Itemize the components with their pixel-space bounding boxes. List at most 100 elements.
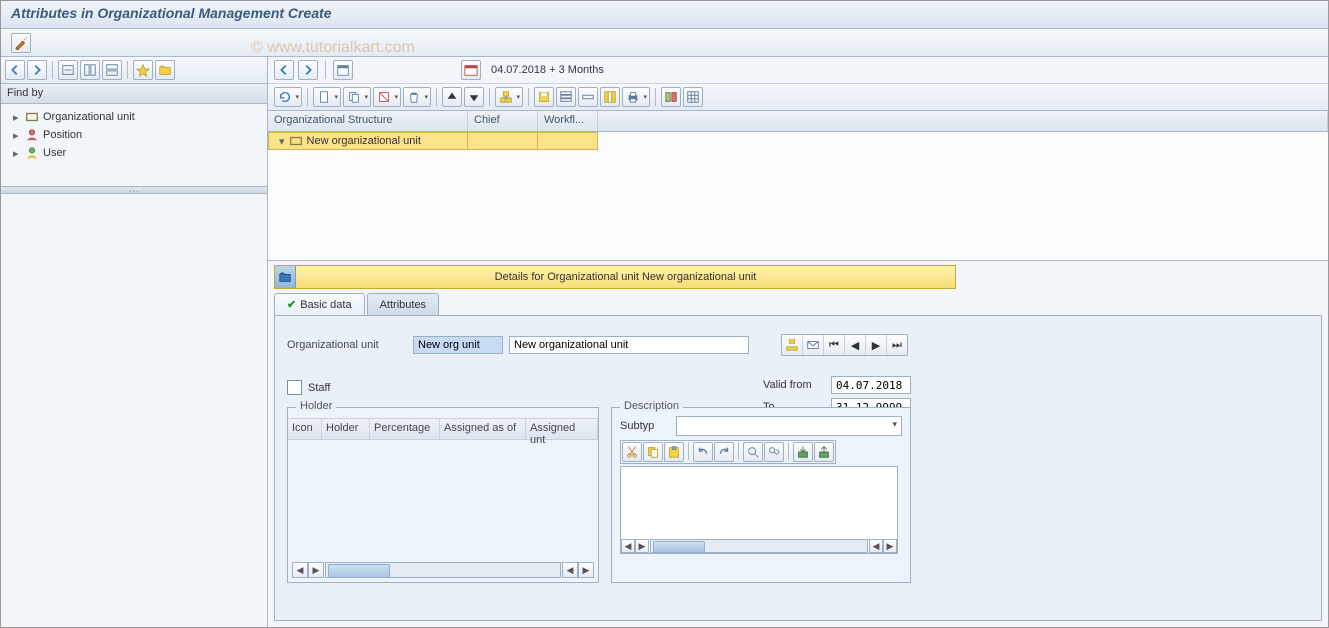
load-local-button[interactable] <box>793 442 813 462</box>
org-unit-label: Organizational unit <box>287 339 407 351</box>
favorite-folder-button[interactable] <box>155 60 175 80</box>
scroll-right-end-button[interactable]: ▶ <box>578 562 594 578</box>
delimit-button[interactable] <box>373 87 401 107</box>
separator <box>788 442 789 460</box>
record-nav-group: ⏮ ◀ ▶ ⏭ <box>781 334 908 356</box>
prev-period-button[interactable] <box>274 60 294 80</box>
table-row[interactable]: ▾ New organizational unit <box>268 132 1328 150</box>
scroll-right-button[interactable]: ▶ <box>635 539 649 553</box>
redo-button[interactable] <box>714 442 734 462</box>
create-button[interactable] <box>313 87 341 107</box>
tree-item-position[interactable]: ▸ Position <box>7 126 261 144</box>
goto-button[interactable] <box>495 87 523 107</box>
tab-basic-data[interactable]: ✔ Basic data <box>274 293 365 315</box>
expand-icon[interactable]: ▾ <box>273 135 285 148</box>
nav-back-button[interactable] <box>5 60 25 80</box>
description-title: Description <box>620 400 683 412</box>
expand-icon[interactable]: ▸ <box>13 147 21 160</box>
date-range-button[interactable] <box>461 60 481 80</box>
undo-button[interactable] <box>693 442 713 462</box>
scroll-right-button[interactable]: ▶ <box>308 562 324 578</box>
valid-from-input[interactable] <box>831 376 911 394</box>
holder-scrollbar[interactable]: ◀ ▶ ◀ ▶ <box>292 562 594 578</box>
col-header-chief[interactable]: Chief <box>468 111 538 131</box>
layout-2-button[interactable] <box>102 60 122 80</box>
col-header-percentage[interactable]: Percentage <box>370 419 440 439</box>
staff-checkbox[interactable] <box>287 380 302 395</box>
object-toolbar <box>268 84 1328 111</box>
folder-icon[interactable] <box>275 266 296 288</box>
text-editor-toolbar <box>620 440 836 464</box>
current-date-label: 04.07.2018 + 3 Months <box>491 64 604 76</box>
nav-forward-button[interactable] <box>27 60 47 80</box>
wand-icon-button[interactable] <box>11 33 31 53</box>
assign-button[interactable] <box>58 60 78 80</box>
org-unit-long-input[interactable] <box>509 336 749 354</box>
tree-item-user[interactable]: ▸ User <box>7 144 261 162</box>
find-next-button[interactable] <box>764 442 784 462</box>
settings-button[interactable] <box>683 87 703 107</box>
col-header-filler <box>598 111 1328 131</box>
layout-1-button[interactable] <box>80 60 100 80</box>
col-header-holder[interactable]: Holder <box>322 419 370 439</box>
view-switch-button[interactable] <box>661 87 681 107</box>
scroll-thumb[interactable] <box>328 564 390 578</box>
org-row-label: New organizational unit <box>307 135 421 147</box>
col-header-icon[interactable]: Icon <box>288 419 322 439</box>
print-button[interactable] <box>622 87 650 107</box>
prev-record-button[interactable]: ◀ <box>845 335 866 355</box>
find-by-pane: Find by ▸ Organizational unit ▸ Position… <box>1 57 268 627</box>
copy-button[interactable] <box>643 442 663 462</box>
collapse-all-button[interactable] <box>578 87 598 107</box>
pane-splitter[interactable]: … <box>1 186 267 194</box>
org-unit-short-input[interactable] <box>413 336 503 354</box>
subtyp-select[interactable] <box>676 416 902 436</box>
tree-item-org-unit[interactable]: ▸ Organizational unit <box>7 108 261 126</box>
scroll-thumb[interactable] <box>653 541 705 553</box>
delete-button[interactable] <box>403 87 431 107</box>
next-record-button[interactable]: ▶ <box>866 335 887 355</box>
find-button[interactable] <box>743 442 763 462</box>
scroll-track[interactable] <box>325 562 561 578</box>
expand-all-button[interactable] <box>556 87 576 107</box>
col-header-workflow[interactable]: Workfl... <box>538 111 598 131</box>
separator <box>307 88 308 106</box>
copy-button[interactable] <box>343 87 371 107</box>
scroll-track[interactable] <box>650 539 868 553</box>
paste-button[interactable] <box>664 442 684 462</box>
org-structure-tree[interactable]: ▾ New organizational unit <box>268 132 1328 261</box>
save-button[interactable] <box>534 87 554 107</box>
move-up-button[interactable] <box>442 87 462 107</box>
page-title: Attributes in Organizational Management … <box>1 1 1328 29</box>
application-toolbar <box>1 29 1328 57</box>
favorite-button[interactable] <box>133 60 153 80</box>
next-period-button[interactable] <box>298 60 318 80</box>
expand-icon[interactable]: ▸ <box>13 129 21 142</box>
scroll-left-end-button[interactable]: ◀ <box>562 562 578 578</box>
separator <box>738 442 739 460</box>
separator <box>528 88 529 106</box>
refresh-button[interactable] <box>274 87 302 107</box>
scroll-left-button[interactable]: ◀ <box>621 539 635 553</box>
col-header-org-structure[interactable]: Organizational Structure <box>268 111 468 131</box>
expand-icon[interactable]: ▸ <box>13 111 21 124</box>
textarea-scrollbar[interactable]: ◀ ▶ ◀ ▶ <box>621 539 897 553</box>
save-local-button[interactable] <box>814 442 834 462</box>
scroll-left-end-button[interactable]: ◀ <box>869 539 883 553</box>
first-record-button[interactable]: ⏮ <box>824 335 845 355</box>
description-textarea[interactable]: ◀ ▶ ◀ ▶ <box>620 466 898 554</box>
separator <box>436 88 437 106</box>
hierarchy-button[interactable] <box>782 335 803 355</box>
scroll-right-end-button[interactable]: ▶ <box>883 539 897 553</box>
col-header-assigned-until[interactable]: Assigned unt <box>526 419 598 439</box>
col-header-assigned-as-of[interactable]: Assigned as of <box>440 419 526 439</box>
last-record-button[interactable]: ⏭ <box>887 335 907 355</box>
mail-button[interactable] <box>803 335 824 355</box>
move-down-button[interactable] <box>464 87 484 107</box>
date-picker-button[interactable] <box>333 60 353 80</box>
column-config-button[interactable] <box>600 87 620 107</box>
scroll-left-button[interactable]: ◀ <box>292 562 308 578</box>
cut-button[interactable] <box>622 442 642 462</box>
description-panel: Description Subtyp <box>611 407 911 583</box>
tab-attributes[interactable]: Attributes <box>367 293 439 315</box>
